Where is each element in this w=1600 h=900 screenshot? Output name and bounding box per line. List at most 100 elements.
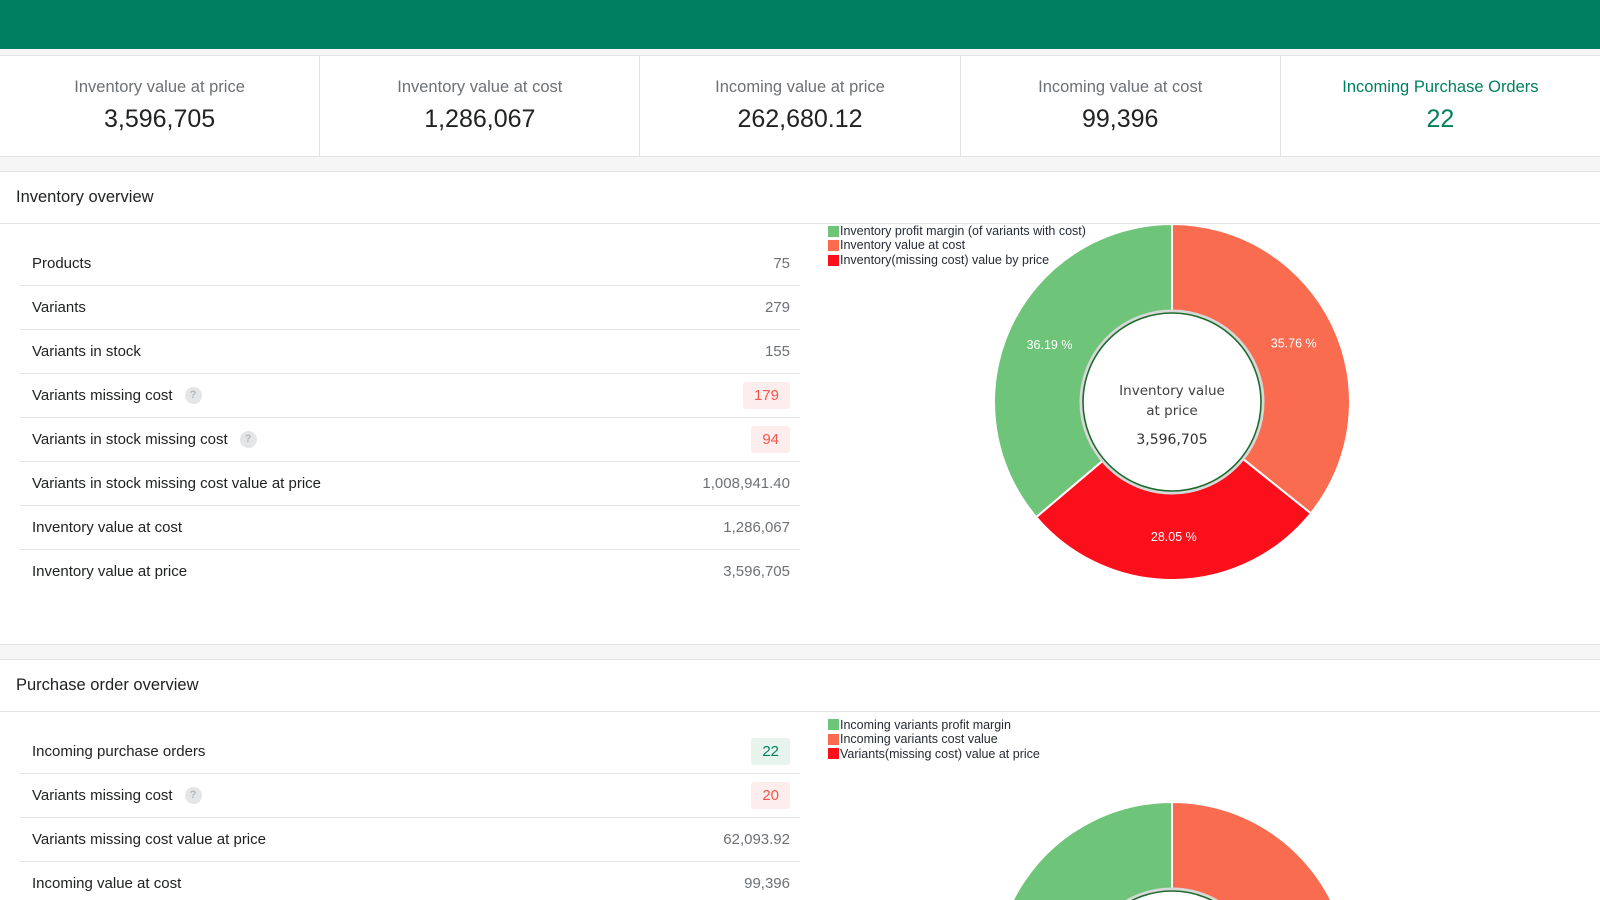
- row-label-text: Inventory value at price: [32, 563, 188, 581]
- inventory-overview-card: Inventory overview Products 75 Variants 279…: [0, 171, 1600, 645]
- table-row[interactable]: Variants in stock missing cost value at …: [20, 462, 800, 506]
- legend-swatch-orange-icon: [828, 733, 839, 745]
- page-title: Inventory overview: [16, 188, 154, 206]
- row-label: Incoming purchase orders: [32, 744, 205, 759]
- row-label: Variants in stock missing cost value at …: [32, 476, 321, 491]
- legend-item[interactable]: Inventory(missing cost) value by price: [828, 253, 1086, 268]
- legend-swatch-orange-icon: [828, 240, 839, 252]
- kpi-label: Inventory value at price: [74, 78, 245, 97]
- top-app-bar: [0, 0, 1600, 49]
- row-label-text: Inventory value at cost: [32, 518, 183, 536]
- legend-item[interactable]: Incoming variants profit margin: [828, 718, 1040, 733]
- help-icon[interactable]: ?: [184, 386, 202, 404]
- inventory-donut-chart[interactable]: Inventory profit margin (of variants wit…: [820, 223, 1600, 644]
- inventory-chart-panel: Inventory profit margin (of variants wit…: [820, 223, 1600, 644]
- row-label: Incoming value at cost: [32, 876, 181, 891]
- table-row[interactable]: Inventory value at price 3,596,705: [20, 550, 800, 594]
- purchase-order-chart-panel: Incoming variants profit margin Incoming…: [820, 712, 1600, 900]
- donut-slice-label: 28.05 %: [1151, 530, 1197, 544]
- status-badge: 22: [751, 737, 790, 765]
- row-value: 1,286,067: [723, 518, 790, 536]
- inventory-donut-svg: Inventory value at price 3,596,705 35.76…: [993, 223, 1351, 581]
- table-row[interactable]: Inventory value at cost 1,286,067: [20, 506, 800, 550]
- row-value: 75: [773, 254, 790, 272]
- row-value: 99,396: [744, 875, 790, 893]
- table-row[interactable]: Variants in stock missing cost? 94: [20, 418, 800, 462]
- legend-item[interactable]: Incoming variants cost value: [828, 732, 1040, 747]
- row-label-text: Variants in stock missing cost: [32, 430, 228, 448]
- purchase-order-chart-legend: Incoming variants profit margin Incoming…: [828, 718, 1040, 762]
- row-value: 155: [764, 342, 790, 360]
- donut-slice-label: 35.76 %: [1271, 336, 1317, 350]
- row-value: 1,008,941.40: [702, 474, 790, 492]
- purchase-order-overview-header: Purchase order overview: [0, 660, 1600, 712]
- legend-item[interactable]: Inventory value at cost: [828, 238, 1086, 253]
- donut-slice[interactable]: [1171, 800, 1350, 900]
- row-label-text: Variants in stock: [32, 342, 141, 360]
- kpi-value: 22: [1426, 105, 1455, 134]
- row-label: Inventory value at cost: [32, 520, 182, 535]
- legend-label: Inventory value at cost: [840, 238, 966, 253]
- kpi-card-incoming-value-at-price[interactable]: Incoming value at price 262,680.12: [640, 56, 961, 156]
- section-title: Purchase order overview: [16, 675, 199, 694]
- purchase-order-metrics-panel: Incoming purchase orders 22 Variants missi…: [0, 712, 820, 900]
- donut-slice[interactable]: [994, 800, 1173, 900]
- legend-label: Inventory(missing cost) value by price: [840, 252, 1050, 267]
- kpi-label: Incoming value at price: [715, 78, 885, 97]
- kpi-value: 262,680.12: [737, 105, 863, 134]
- kpi-card-inventory-value-at-price[interactable]: Inventory value at price 3,596,705: [0, 56, 321, 156]
- kpi-card-incoming-purchase-orders[interactable]: Incoming Purchase Orders 22: [1281, 56, 1600, 156]
- donut-center-title-line2: at price: [1146, 403, 1197, 419]
- row-value: 3,596,705: [723, 563, 790, 581]
- row-label: Variants in stock missing cost?: [32, 430, 257, 448]
- inventory-overview-body: Products 75 Variants 279 Variants in stock 15…: [0, 223, 1600, 644]
- kpi-label: Inventory value at cost: [397, 78, 563, 97]
- row-value: 94: [751, 425, 790, 453]
- kpi-label: Incoming Purchase Orders: [1342, 78, 1539, 97]
- row-label: Inventory value at price: [32, 564, 187, 579]
- legend-label: Incoming variants profit margin: [840, 717, 1011, 732]
- row-label: Variants in stock: [32, 344, 141, 359]
- table-row[interactable]: Variants missing cost? 179: [20, 374, 800, 418]
- row-label-text: Products: [32, 254, 92, 272]
- legend-swatch-red-icon: [828, 748, 839, 760]
- table-row[interactable]: Products 75: [20, 242, 800, 286]
- kpi-card-incoming-value-at-cost[interactable]: Incoming value at cost 99,396: [961, 56, 1281, 156]
- legend-swatch-green-icon: [828, 719, 839, 731]
- table-row[interactable]: Variants 279: [20, 286, 800, 330]
- inventory-metrics-list: Products 75 Variants 279 Variants in stock 15…: [20, 242, 800, 594]
- table-row[interactable]: Variants missing cost value at price 62,0…: [20, 818, 800, 862]
- kpi-value: 1,286,067: [424, 105, 536, 134]
- row-value: 179: [742, 381, 790, 409]
- kpi-value: 99,396: [1081, 105, 1159, 134]
- legend-label: Inventory profit margin (of variants wit…: [840, 223, 1086, 238]
- row-value: 279: [764, 298, 790, 316]
- legend-swatch-green-icon: [828, 225, 839, 237]
- kpi-card-inventory-value-at-cost[interactable]: Inventory value at cost 1,286,067: [320, 56, 641, 156]
- row-label: Variants missing cost?: [32, 386, 202, 404]
- donut-hole-ring: [1082, 311, 1262, 492]
- purchase-order-donut-slices[interactable]: [994, 800, 1350, 900]
- purchase-order-overview-card: Purchase order overview Incoming purchas…: [0, 658, 1600, 900]
- row-label: Products: [32, 256, 91, 271]
- table-row[interactable]: Variants missing cost? 20: [20, 774, 800, 818]
- help-icon[interactable]: ?: [239, 430, 257, 448]
- purchase-order-donut-chart[interactable]: Incoming variants profit margin Incoming…: [820, 712, 1600, 900]
- kpi-value: 3,596,705: [103, 105, 216, 134]
- donut-center-value: 3,596,705: [1136, 432, 1207, 448]
- row-label: Variants missing cost?: [32, 786, 202, 804]
- row-label-text: Variants in stock missing cost value at …: [32, 474, 322, 492]
- legend-item[interactable]: Variants(missing cost) value at price: [828, 747, 1040, 762]
- row-value: 62,093.92: [723, 830, 790, 848]
- status-badge: 94: [751, 425, 790, 453]
- table-row[interactable]: Incoming purchase orders 22: [20, 730, 800, 774]
- purchase-order-metrics-list: Incoming purchase orders 22 Variants missi…: [20, 730, 800, 900]
- table-row[interactable]: Incoming value at cost 99,396: [20, 862, 800, 900]
- table-row[interactable]: Variants in stock 155: [20, 330, 800, 374]
- kpi-summary-strip: Inventory value at price 3,596,705 Inven…: [0, 55, 1600, 157]
- legend-label: Incoming variants cost value: [840, 732, 998, 747]
- legend-label: Variants(missing cost) value at price: [840, 746, 1040, 761]
- legend-item[interactable]: Inventory profit margin (of variants wit…: [828, 224, 1086, 239]
- help-icon[interactable]: ?: [184, 786, 202, 804]
- donut-slice-label: 36.19 %: [1027, 338, 1073, 352]
